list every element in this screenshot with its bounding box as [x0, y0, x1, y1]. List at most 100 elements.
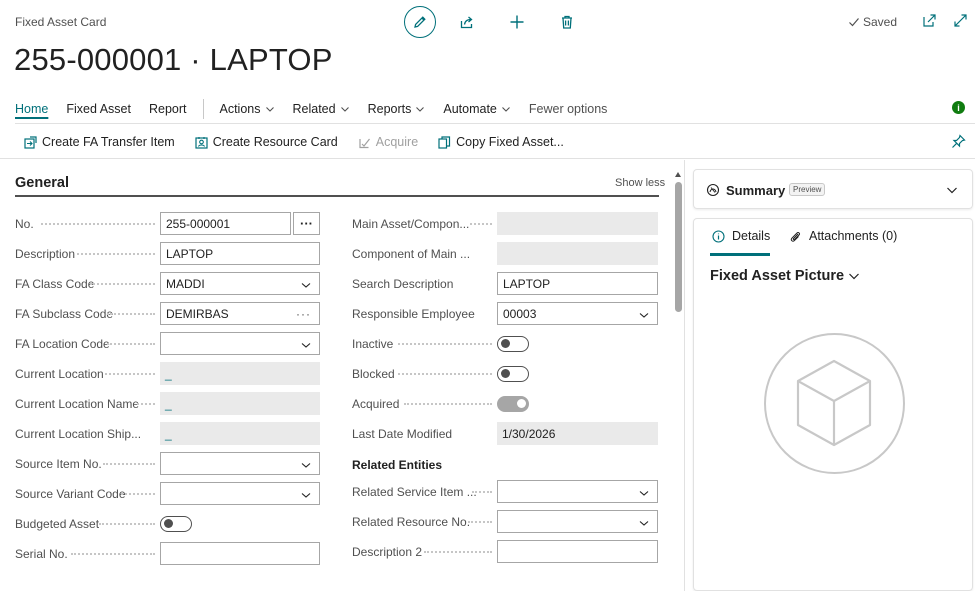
share-button[interactable]: [457, 12, 477, 32]
field-main-asset-component: Main Asset/Compon...: [352, 212, 658, 236]
new-button[interactable]: [507, 12, 527, 32]
leader-dots: [71, 553, 155, 555]
leader-dots: [77, 253, 155, 255]
no-input[interactable]: 255-000001: [160, 212, 291, 235]
field-label: Acquired: [352, 397, 400, 411]
general-section-header[interactable]: General: [15, 175, 69, 191]
expand-icon[interactable]: [953, 13, 968, 28]
leader-dots: [99, 523, 155, 525]
responsible-employee-value: 00003: [503, 306, 537, 321]
no-assist-button[interactable]: ···: [293, 212, 320, 235]
description-input[interactable]: LAPTOP: [160, 242, 320, 265]
fa-class-code-value: MADDI: [166, 276, 205, 291]
description-2-input[interactable]: [497, 540, 658, 563]
create-fa-transfer-button[interactable]: Create FA Transfer Item: [24, 135, 175, 149]
leader-dots: [107, 343, 155, 345]
card-type-label: Fixed Asset Card: [15, 15, 107, 29]
chevron-down-icon[interactable]: [946, 184, 958, 196]
summary-title: Summary: [726, 183, 786, 198]
chevron-down-icon: [639, 313, 649, 318]
related-entities-header: Related Entities: [352, 458, 443, 472]
menu-reports[interactable]: Reports: [368, 102, 426, 116]
toggle-knob: [501, 369, 510, 378]
menu-fixed-asset[interactable]: Fixed Asset: [66, 102, 131, 116]
picture-placeholder[interactable]: [764, 333, 905, 474]
field-label: Related Resource No.: [352, 515, 471, 529]
field-current-location-name: Current Location Name _: [15, 392, 320, 416]
leader-dots: [121, 493, 155, 495]
scroll-thumb[interactable]: [675, 182, 682, 312]
menu-actions[interactable]: Actions: [220, 102, 275, 116]
fa-location-code-select[interactable]: [160, 332, 320, 355]
serial-no-input[interactable]: [160, 542, 320, 565]
current-location-ship-link[interactable]: _: [160, 422, 320, 445]
field-label: Inactive: [352, 337, 394, 351]
menu-home[interactable]: Home: [15, 102, 48, 116]
acquire-icon: [359, 138, 370, 148]
menu-report[interactable]: Report: [149, 102, 187, 116]
tab-details[interactable]: Details: [712, 229, 770, 243]
menu-fewer-options[interactable]: Fewer options: [529, 102, 608, 116]
leader-dots: [472, 491, 492, 493]
field-search-description: Search Description LAPTOP: [352, 272, 658, 296]
leader-dots: [468, 521, 492, 523]
current-location-name-link[interactable]: _: [160, 392, 320, 415]
field-related-service-item: Related Service Item ...: [352, 480, 658, 504]
acquire-label: Acquire: [375, 135, 419, 149]
field-acquired: Acquired: [352, 392, 658, 416]
leader-dots: [90, 283, 155, 285]
related-service-item-select[interactable]: [497, 480, 658, 503]
related-resource-no-select[interactable]: [497, 510, 658, 533]
fa-class-code-select[interactable]: MADDI: [160, 272, 320, 295]
copy-fixed-asset-button[interactable]: Copy Fixed Asset...: [438, 135, 564, 149]
promoted-actions: Create FA Transfer Item Create Resource …: [24, 133, 584, 151]
ellipsis-icon[interactable]: ···: [296, 307, 311, 321]
field-label: Current Location Name: [15, 397, 140, 411]
search-description-input[interactable]: LAPTOP: [497, 272, 658, 295]
content-scrollbar[interactable]: [675, 172, 682, 591]
budgeted-asset-toggle[interactable]: [160, 516, 192, 532]
source-item-no-select[interactable]: [160, 452, 320, 475]
action-menu-bar: Home Fixed Asset Report Actions Related …: [15, 96, 975, 122]
fixed-asset-picture-header[interactable]: Fixed Asset Picture: [710, 268, 860, 284]
leader-dots: [404, 403, 492, 405]
create-resource-card-button[interactable]: Create Resource Card: [195, 135, 338, 149]
leader-dots: [470, 223, 492, 225]
menu-reports-label: Reports: [367, 102, 412, 116]
field-label: Budgeted Asset: [15, 517, 100, 531]
summary-icon: [706, 183, 720, 197]
component-of-main-value: [497, 242, 658, 265]
menu-automate[interactable]: Automate: [443, 102, 511, 116]
field-label: Component of Main ...: [352, 247, 471, 261]
show-less-link[interactable]: Show less: [615, 177, 665, 189]
fa-subclass-code-input[interactable]: DEMIRBAS ···: [160, 302, 320, 325]
open-new-window-icon[interactable]: [922, 13, 937, 28]
tab-attachments[interactable]: Attachments (0): [789, 229, 897, 243]
fixed-asset-picture-title: Fixed Asset Picture: [710, 268, 845, 284]
blocked-toggle[interactable]: [497, 366, 529, 382]
info-icon[interactable]: i: [952, 101, 965, 114]
leader-dots: [424, 551, 492, 553]
resource-card-icon: [195, 136, 208, 149]
source-variant-code-select[interactable]: [160, 482, 320, 505]
pin-icon[interactable]: [951, 134, 966, 149]
menu-actions-label: Actions: [219, 102, 261, 116]
current-location-link[interactable]: _: [160, 362, 320, 385]
field-current-location-ship: Current Location Ship... _: [15, 422, 320, 446]
saved-label: Saved: [863, 15, 898, 29]
scroll-up-arrow[interactable]: [675, 172, 681, 177]
summary-factbox[interactable]: Summary Preview: [693, 169, 973, 209]
field-label: Responsible Employee: [352, 307, 475, 321]
responsible-employee-select[interactable]: 00003: [497, 302, 658, 325]
field-label: FA Class Code: [15, 277, 95, 291]
field-related-resource-no: Related Resource No.: [352, 510, 658, 534]
menu-related[interactable]: Related: [293, 102, 350, 116]
edit-button[interactable]: [404, 6, 436, 38]
preview-badge: Preview: [789, 183, 826, 196]
last-date-modified-value: 1/30/2026: [497, 422, 658, 445]
action-divider: [0, 158, 975, 159]
acquire-button[interactable]: Acquire: [358, 135, 418, 149]
inactive-toggle[interactable]: [497, 336, 529, 352]
share-icon: [460, 16, 473, 29]
delete-button[interactable]: [557, 12, 577, 32]
